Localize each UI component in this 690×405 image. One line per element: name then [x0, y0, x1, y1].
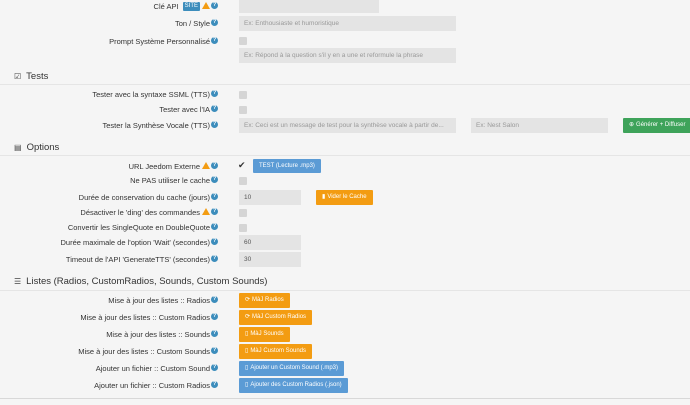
- info-circle-icon: ?: [211, 313, 218, 320]
- info-circle-icon: ?: [211, 121, 218, 128]
- add-sound-label: Ajouter un fichier :: Custom Sound?: [95, 364, 218, 373]
- api-key-label: Clé API SITE?: [153, 2, 218, 11]
- info-circle-icon: ?: [211, 193, 218, 200]
- cache-duration-input[interactable]: 10: [239, 190, 301, 205]
- prompt-label: Prompt Système Personnalisé?: [109, 37, 218, 46]
- wait-input[interactable]: 60: [239, 235, 301, 250]
- info-circle-icon: ?: [211, 2, 218, 9]
- ssml-checkbox[interactable]: [239, 91, 247, 99]
- file-icon: ▯: [245, 382, 249, 388]
- url-checkbox-checked[interactable]: ✔: [238, 161, 246, 170]
- test-mp3-button[interactable]: TEST (Lecture .mp3): [253, 159, 321, 173]
- list-alt-icon: ▤: [14, 143, 22, 152]
- info-circle-icon: ?: [211, 37, 218, 44]
- file-icon: ▯: [245, 365, 249, 371]
- custom-radios-label: Mise à jour des listes :: Custom Radios?: [80, 313, 218, 322]
- update-sounds-button[interactable]: ▯ MàJ Sounds: [239, 327, 290, 342]
- nocache-checkbox[interactable]: [239, 177, 247, 185]
- custom-sounds-label: Mise à jour des listes :: Custom Sounds?: [78, 347, 218, 356]
- info-circle-icon: ?: [211, 176, 218, 183]
- synth-label: Tester la Synthèse Vocale (TTS)?: [102, 121, 218, 130]
- add-custom-sound-button[interactable]: ▯ Ajouter un Custom Sound (.mp3): [239, 361, 345, 376]
- quotes-checkbox[interactable]: [239, 224, 247, 232]
- warning-icon: [202, 208, 210, 215]
- add-custom-radios-button[interactable]: ▯ Ajouter des Custom Radios (.json): [239, 378, 348, 393]
- prompt-input[interactable]: Ex: Répond à la question s'il y en a une…: [239, 48, 456, 63]
- prompt-checkbox[interactable]: [239, 37, 247, 45]
- warning-icon: [202, 2, 210, 9]
- ding-label: Désactiver le 'ding' des commandes?: [80, 208, 218, 217]
- quotes-label: Convertir les SingleQuote en DoubleQuote…: [67, 223, 218, 232]
- plus-circle-icon: ⊕: [629, 122, 635, 128]
- info-circle-icon: ?: [211, 255, 218, 262]
- radios-label: Mise à jour des listes :: Radios?: [108, 296, 218, 305]
- update-custom-sounds-button[interactable]: ▯ MàJ Custom Sounds: [239, 344, 313, 359]
- generate-button[interactable]: ⊕ Générer + Diffuser: [623, 118, 690, 133]
- tone-label: Ton / Style?: [174, 19, 218, 28]
- synth-input[interactable]: Ex: Ceci est un message de test pour la …: [239, 118, 456, 133]
- tests-section-title: ☑ Tests: [14, 71, 49, 82]
- update-radios-button[interactable]: ⟳ MàJ Radios: [239, 293, 290, 308]
- info-circle-icon: ?: [211, 381, 218, 388]
- warning-icon: [202, 162, 210, 169]
- device-input[interactable]: Ex: Nest Salon: [471, 118, 608, 133]
- add-radios-label: Ajouter un fichier :: Custom Radios?: [94, 381, 218, 390]
- info-circle-icon: ?: [211, 347, 218, 354]
- timeout-label: Timeout de l'API 'GenerateTTS' (secondes…: [65, 255, 218, 264]
- info-circle-icon: ?: [211, 223, 218, 230]
- ia-label: Tester avec l'IA?: [159, 105, 218, 114]
- nocache-label: Ne PAS utiliser le cache?: [130, 176, 218, 185]
- ssml-label: Tester avec la syntaxe SSML (TTS)?: [92, 90, 218, 99]
- info-circle-icon: ?: [211, 208, 218, 215]
- cache-duration-label: Durée de conservation du cache (jours)?: [78, 193, 218, 202]
- update-custom-radios-button[interactable]: ⟳ MàJ Custom Radios: [239, 310, 313, 325]
- wait-label: Durée maximale de l'option 'Wait' (secon…: [60, 238, 218, 247]
- trash-icon: ▮: [322, 194, 326, 200]
- info-circle-icon: ?: [211, 330, 218, 337]
- file-icon: ▯: [245, 348, 249, 354]
- tests-divider: [0, 84, 690, 85]
- ding-checkbox[interactable]: [239, 209, 247, 217]
- lists-section-title: ☰ Listes (Radios, CustomRadios, Sounds, C…: [14, 276, 268, 287]
- bottom-divider: [0, 398, 690, 399]
- info-circle-icon: ?: [211, 105, 218, 112]
- check-square-icon: ☑: [14, 72, 22, 81]
- api-key-input[interactable]: [239, 0, 379, 13]
- tone-input[interactable]: Ex: Enthousiaste et humoristique: [239, 16, 456, 31]
- options-divider: [0, 155, 690, 156]
- refresh-icon: ⟳: [245, 297, 251, 303]
- sounds-label: Mise à jour des listes :: Sounds?: [106, 330, 218, 339]
- info-circle-icon: ?: [211, 238, 218, 245]
- info-circle-icon: ?: [211, 162, 218, 169]
- site-badge: SITE: [182, 2, 200, 11]
- list-icon: ☰: [14, 277, 22, 286]
- options-section-title: ▤ Options: [14, 142, 60, 153]
- file-icon: ▯: [245, 331, 249, 337]
- url-label: URL Jeedom Externe?: [128, 162, 218, 171]
- clear-cache-button[interactable]: ▮ Vider le Cache: [316, 190, 373, 205]
- timeout-input[interactable]: 30: [239, 252, 301, 267]
- ia-checkbox[interactable]: [239, 106, 247, 114]
- info-circle-icon: ?: [211, 90, 218, 97]
- info-circle-icon: ?: [211, 296, 218, 303]
- info-circle-icon: ?: [211, 364, 218, 371]
- refresh-icon: ⟳: [245, 314, 251, 320]
- lists-divider: [0, 290, 690, 291]
- info-circle-icon: ?: [211, 19, 218, 26]
